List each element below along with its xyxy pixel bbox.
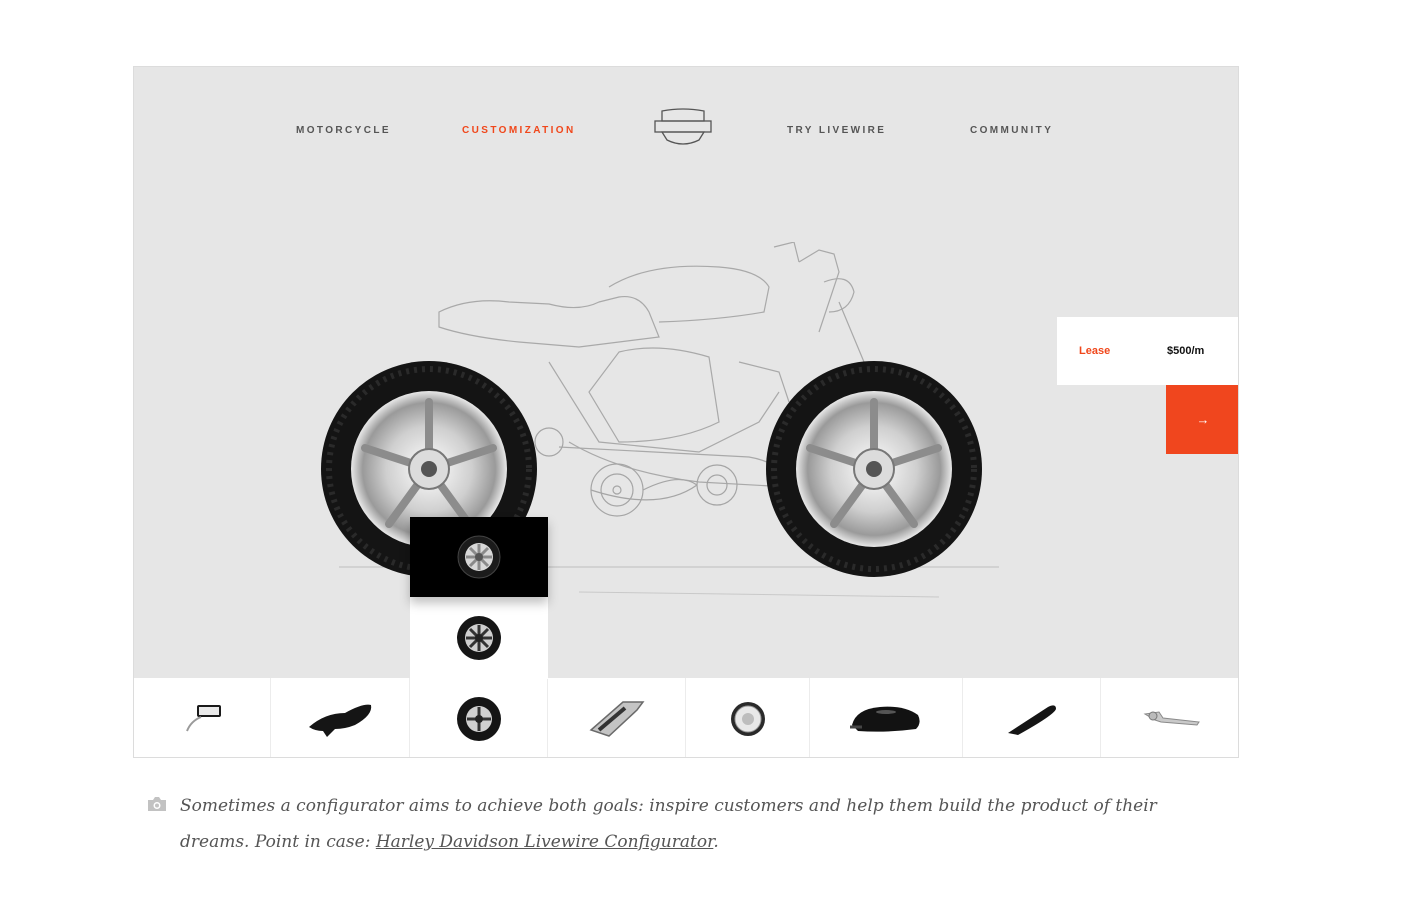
front-wheel [766, 361, 982, 577]
caption-suffix: . [713, 832, 719, 852]
configurator-screenshot: MOTORCYCLE CUSTOMIZATION TRY LIVEWIRE CO… [133, 66, 1239, 758]
part-seat[interactable] [271, 678, 410, 757]
part-wheel[interactable] [410, 678, 548, 757]
tail-section-icon [1007, 704, 1056, 735]
figure-caption: Sometimes a configurator aims to achieve… [180, 788, 1190, 860]
mirror-icon [186, 704, 221, 731]
lease-panel: Lease $500/m [1057, 317, 1238, 385]
lease-price: $500/m [1167, 345, 1205, 357]
fuel-tank-icon [850, 706, 920, 732]
wheel-black-icon [457, 616, 501, 660]
nav-customization[interactable]: CUSTOMIZATION [462, 125, 576, 136]
harley-davidson-shield-icon[interactable] [654, 107, 712, 149]
nav-community[interactable]: COMMUNITY [970, 125, 1053, 136]
nav-try-livewire[interactable]: TRY LIVEWIRE [787, 125, 886, 136]
parts-bar [134, 678, 1238, 757]
wheel-option-chrome[interactable] [410, 517, 548, 597]
part-tail-section[interactable] [963, 678, 1101, 757]
camera-icon [148, 797, 166, 811]
part-fuel-tank[interactable] [810, 678, 963, 757]
wheel-option-black[interactable] [410, 597, 548, 679]
arrow-right-icon: → [1196, 412, 1210, 427]
wheel-icon [456, 696, 501, 741]
brake-lever-icon [1143, 710, 1200, 726]
footpeg-icon [589, 700, 644, 737]
seat-icon [309, 704, 372, 737]
headlight-icon [730, 701, 765, 736]
nav-motorcycle[interactable]: MOTORCYCLE [296, 125, 391, 136]
part-headlight[interactable] [686, 678, 810, 757]
part-brake-lever[interactable] [1101, 678, 1238, 757]
wheel-chrome-icon [457, 535, 501, 579]
part-mirror[interactable] [134, 678, 271, 757]
configurator-link[interactable]: Harley Davidson Livewire Configurator [376, 832, 714, 852]
next-button[interactable]: → [1166, 385, 1238, 454]
lease-label: Lease [1079, 345, 1111, 357]
part-footpeg[interactable] [548, 678, 686, 757]
